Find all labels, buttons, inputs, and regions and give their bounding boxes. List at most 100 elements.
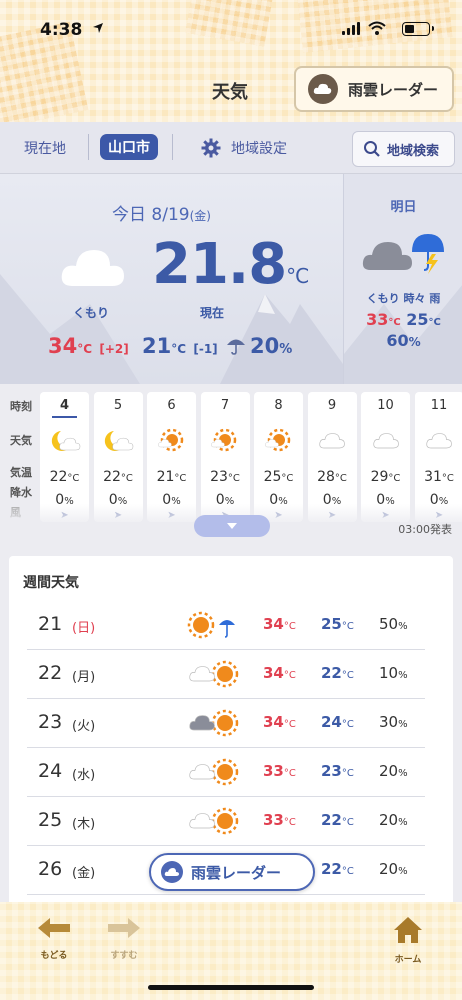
today-low: 21°C [-1] (142, 334, 218, 358)
hour-label: 9 (327, 398, 337, 413)
hour-label: 10 (377, 398, 394, 413)
back-label: もどる (40, 951, 68, 961)
temp-row-label: 気温 (10, 466, 32, 479)
hour-temp-value: 21 (156, 469, 175, 485)
today-rain-chance: 20% (250, 334, 292, 358)
rain-radar-label: 雨雲レーダー (348, 80, 439, 99)
weekly-rain-value: 30 (379, 713, 399, 731)
moon-cloud-icon (94, 428, 143, 454)
hour-temp: 31°C (415, 469, 462, 485)
hour-column: 11 31°C 0% ➤ (414, 392, 462, 522)
weekly-rain: 50% (379, 615, 408, 633)
home-label: ホーム (394, 955, 422, 965)
back-button[interactable]: もどる (24, 916, 84, 961)
home-icon (394, 917, 422, 943)
sun-umbrella-icon (187, 609, 247, 641)
issued-time: 03:00発表 (398, 523, 452, 536)
hour-temp: 29°C (361, 469, 410, 485)
hour-label: 5 (113, 398, 123, 413)
weekly-title: 週間天気 (23, 575, 79, 591)
hour-temp-value: 23 (210, 469, 228, 485)
battery-icon (402, 22, 434, 36)
hourly-forecast[interactable]: 時刻 天気 気温 降水 風 4 22°C 0% ➤ 5 22°C 0% ➤ 6 … (0, 384, 462, 544)
percent-unit: % (408, 335, 421, 349)
weekly-low: 22°C (321, 664, 354, 682)
weekly-weekday: (水) (72, 768, 96, 783)
unit-label: °C (281, 473, 294, 484)
unit-label: °C (441, 473, 454, 484)
hour-column: 6 21°C 0% ➤ (147, 392, 196, 522)
tomorrow-high-value: 33 (366, 310, 389, 329)
expand-hourly-button[interactable] (194, 515, 270, 537)
hour-column: 7 23°C 0% ➤ (200, 392, 250, 522)
status-time: 4:38 (40, 20, 83, 40)
today-date: 今日 8/19(金) (112, 200, 211, 225)
divider (88, 134, 89, 160)
location-bar: 現在地 山口市 地域設定 地域検索 (0, 122, 462, 174)
unit-label: °C (341, 621, 354, 632)
hour-temp-value: 22 (103, 469, 121, 485)
weekly-rain-value: 20 (379, 860, 399, 878)
current-location-link[interactable]: 現在地 (24, 138, 66, 158)
today-panel: 今日 8/19(金) 21.8°C くもり 現在 34°C [+2] 21°C … (0, 174, 343, 384)
hour-row-label: 時刻 (10, 400, 32, 413)
weekly-high-value: 34 (263, 664, 284, 682)
unit-label: °C (283, 817, 296, 828)
unit-label: °C (334, 473, 347, 484)
radar-cloud-icon (161, 861, 183, 883)
weekly-rain: 10% (379, 664, 408, 682)
hour-label: 11 (430, 398, 448, 413)
hour-temp: 22°C (94, 469, 143, 485)
home-indicator (148, 985, 314, 990)
weekly-day: 26 (38, 858, 63, 880)
tomorrow-rain-value: 60 (386, 331, 409, 350)
rain-radar-button[interactable]: 雨雲レーダー (294, 66, 454, 112)
unit-label: °C (174, 473, 187, 484)
region-settings-link[interactable]: 地域設定 (231, 138, 287, 158)
gear-icon[interactable] (201, 138, 221, 158)
today-weekday: (金) (189, 209, 211, 223)
hour-temp-value: 25 (263, 469, 282, 485)
weekly-high: 34°C (263, 615, 296, 633)
selected-location-tab[interactable]: 山口市 (100, 134, 158, 160)
percent-unit: % (279, 342, 293, 357)
current-temp-value: 21.8 (152, 232, 287, 297)
hour-label: 7 (220, 398, 230, 413)
cloud-icon (61, 250, 124, 286)
weekly-rain-value: 20 (379, 811, 399, 829)
today-weather-label: くもり (73, 306, 110, 320)
region-search-button[interactable]: 地域検索 (352, 131, 455, 167)
tomorrow-title: 明日 (390, 200, 417, 215)
weekly-weekday: (木) (72, 817, 96, 832)
weekly-low: 24°C (321, 713, 354, 731)
unit-label: °C (388, 317, 401, 328)
weekly-low: 25°C (321, 615, 354, 633)
weekly-high: 33°C (263, 811, 296, 829)
weekly-high: 34°C (263, 664, 296, 682)
today-high-value: 34 (48, 334, 78, 358)
home-button[interactable]: ホーム (378, 916, 438, 965)
unit-label: °C (341, 768, 354, 779)
weekly-rain: 30% (379, 713, 408, 731)
percent-unit: % (398, 866, 408, 877)
cloud-sun-icon (187, 756, 247, 788)
darkcloud-sun-icon (187, 707, 247, 739)
weekly-high-value: 34 (263, 615, 284, 633)
unit-label: °C (341, 670, 354, 681)
weekly-row: 24 (水) 33°C 23°C 20% (27, 748, 425, 797)
weekly-rain-value: 20 (379, 762, 399, 780)
hour-temp-value: 29 (370, 469, 389, 485)
tomorrow-rain-chance: 60% (344, 331, 462, 350)
floating-rain-radar-button[interactable]: 雨雲レーダー (149, 853, 315, 891)
tomorrow-low-value: 25 (406, 310, 429, 329)
weekly-day: 21 (38, 613, 63, 635)
cloud-sun-icon (187, 805, 247, 837)
umbrella-icon (227, 339, 245, 355)
unit-label: °C (227, 473, 240, 484)
forward-button[interactable]: すすむ (94, 916, 154, 961)
percent-unit: % (398, 670, 408, 681)
weekly-high: 34°C (263, 713, 296, 731)
forward-label: すすむ (110, 951, 138, 961)
cloud-icon (361, 428, 410, 454)
tomorrow-panel[interactable]: 明日 くもり 時々 雨 33°C 25°C 60% (343, 174, 462, 384)
